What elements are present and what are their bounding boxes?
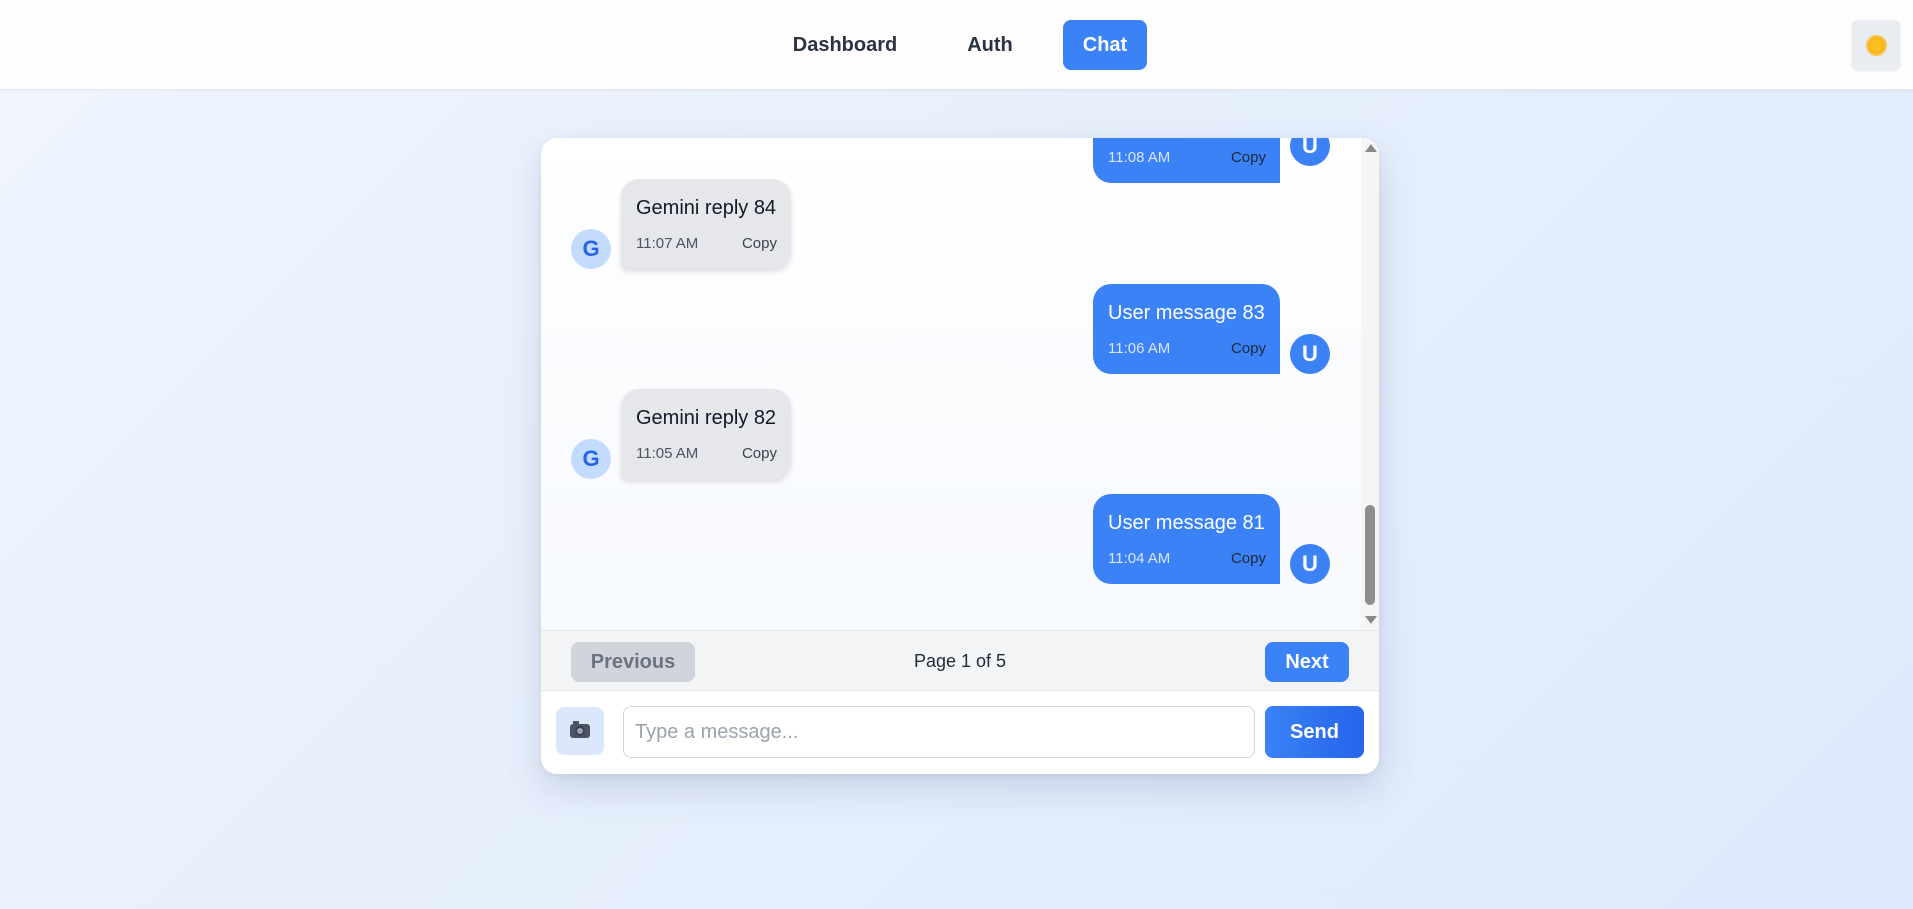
- nav-link-auth[interactable]: Auth: [953, 20, 1027, 70]
- message-time: 11:06 AM: [1108, 340, 1171, 357]
- gemini-avatar: G: [571, 229, 611, 269]
- message-text: Gemini reply 82: [636, 407, 777, 429]
- message-text: Gemini reply 84: [636, 197, 777, 219]
- message-bubble-gemini: Gemini reply 84 11:07 AM Copy: [621, 179, 791, 269]
- copy-button[interactable]: Copy: [1231, 550, 1266, 567]
- message-text: User message 83: [1108, 302, 1265, 324]
- previous-page-button[interactable]: Previous: [571, 642, 695, 682]
- message-bubble-user: User message 81 11:04 AM Copy: [1093, 494, 1280, 584]
- user-avatar: U: [1290, 544, 1330, 584]
- copy-button[interactable]: Copy: [742, 235, 777, 252]
- message-bubble-gemini: Gemini reply 82 11:05 AM Copy: [621, 389, 791, 479]
- camera-upload-button[interactable]: [556, 707, 604, 755]
- send-button[interactable]: Send: [1265, 706, 1364, 758]
- scroll-thumb[interactable]: [1365, 505, 1375, 605]
- message-scrollbar[interactable]: [1361, 138, 1379, 630]
- theme-toggle-button[interactable]: [1852, 20, 1900, 70]
- gemini-avatar: G: [571, 439, 611, 479]
- user-avatar: U: [1290, 334, 1330, 374]
- message-composer: Send: [541, 691, 1379, 774]
- copy-button[interactable]: Copy: [1231, 340, 1266, 357]
- scroll-up-arrow-icon[interactable]: [1365, 144, 1377, 152]
- message-input[interactable]: [623, 706, 1255, 758]
- message-time: 11:05 AM: [636, 445, 699, 462]
- pagination-bar: Previous Page 1 of 5 Next: [541, 630, 1379, 691]
- copy-button[interactable]: Copy: [742, 445, 777, 462]
- camera-icon: [570, 721, 590, 738]
- scroll-down-arrow-icon[interactable]: [1365, 616, 1377, 624]
- nav-link-chat[interactable]: Chat: [1063, 20, 1147, 70]
- message-bubble-user: 11:08 AM Copy: [1093, 138, 1280, 183]
- nav-link-dashboard[interactable]: Dashboard: [780, 20, 910, 70]
- chat-card: 11:08 AM Copy U G Gemini reply 84 11:07 …: [541, 138, 1379, 774]
- message-time: 11:04 AM: [1108, 550, 1171, 567]
- message-list[interactable]: 11:08 AM Copy U G Gemini reply 84 11:07 …: [541, 138, 1361, 630]
- top-navbar: Dashboard Auth Chat: [0, 0, 1913, 90]
- message-time: 11:07 AM: [636, 235, 699, 252]
- sun-icon: [1867, 36, 1885, 54]
- message-time: 11:08 AM: [1108, 149, 1171, 166]
- message-text: User message 81: [1108, 512, 1265, 534]
- user-avatar: U: [1290, 138, 1330, 166]
- copy-button[interactable]: Copy: [1231, 149, 1266, 166]
- message-bubble-user: User message 83 11:06 AM Copy: [1093, 284, 1280, 374]
- next-page-button[interactable]: Next: [1265, 642, 1349, 682]
